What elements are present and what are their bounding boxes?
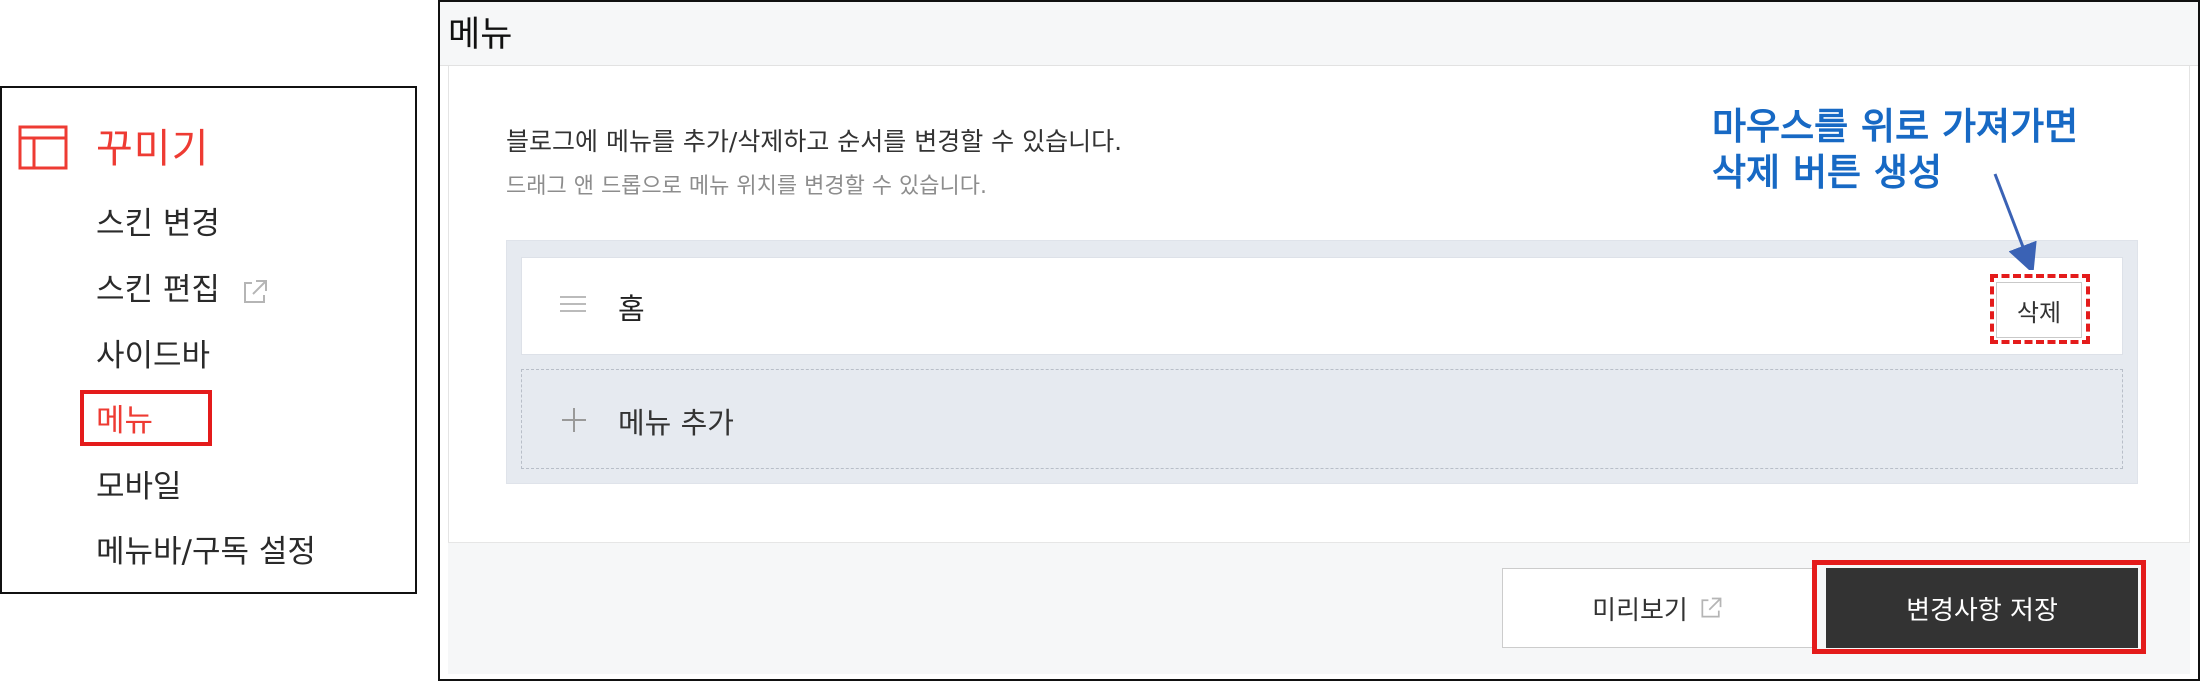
- layout-icon: [18, 125, 68, 170]
- sidebar-item-label: 사이드바: [96, 338, 211, 374]
- panel-title: 메뉴: [448, 15, 513, 55]
- sidebar-item-skin-change[interactable]: 스킨 변경: [96, 198, 220, 243]
- external-link-icon: [243, 279, 267, 303]
- menu-item-label: 홈: [618, 292, 645, 326]
- sidebar-item-menubar-subscribe[interactable]: 메뉴바/구독 설정: [96, 526, 316, 571]
- sidebar-item-label: 모바일: [96, 469, 182, 505]
- save-changes-button[interactable]: 변경사항 저장: [1826, 568, 2138, 648]
- sidebar-item-skin-edit[interactable]: 스킨 편집: [96, 264, 270, 309]
- annotation-arrow-icon: [1993, 173, 2037, 270]
- sidebar-panel: 꾸미기 스킨 변경 스킨 편집 사이드바 메뉴 모바일 메뉴바/구독 설정: [0, 86, 417, 594]
- panel-description: 블로그에 메뉴를 추가/삭제하고 순서를 변경할 수 있습니다.: [506, 127, 1123, 156]
- delete-button[interactable]: 삭제: [1996, 282, 2082, 338]
- panel-header: 메뉴: [440, 2, 2198, 66]
- panel-hint: 드래그 앤 드롭으로 메뉴 위치를 변경할 수 있습니다.: [506, 174, 987, 199]
- menu-list: 홈 메뉴 추가: [506, 240, 2138, 484]
- sidebar-item-mobile[interactable]: 모바일: [96, 461, 182, 506]
- sidebar-item-label: 스킨 편집: [96, 272, 220, 308]
- active-item-highlight: [80, 390, 212, 446]
- menu-item-home[interactable]: 홈: [521, 257, 2123, 355]
- add-menu-label: 메뉴 추가: [618, 406, 734, 440]
- menu-settings-panel: 메뉴 블로그에 메뉴를 추가/삭제하고 순서를 변경할 수 있습니다. 드래그 …: [438, 0, 2200, 681]
- sidebar-title[interactable]: 꾸미기: [96, 116, 209, 174]
- plus-icon: [562, 408, 586, 432]
- add-menu-button[interactable]: 메뉴 추가: [521, 369, 2123, 469]
- sidebar-item-label: 스킨 변경: [96, 206, 220, 242]
- drag-handle-icon[interactable]: [560, 294, 586, 314]
- preview-button[interactable]: 미리보기: [1502, 568, 1814, 648]
- sidebar-item-sidebar[interactable]: 사이드바: [96, 330, 210, 375]
- preview-label: 미리보기: [1592, 595, 1688, 626]
- external-link-icon: [1701, 597, 1722, 618]
- sidebar-item-label: 메뉴바/구독 설정: [96, 534, 316, 570]
- annotation-line-1: 마우스를 위로 가져가면: [1712, 105, 2079, 148]
